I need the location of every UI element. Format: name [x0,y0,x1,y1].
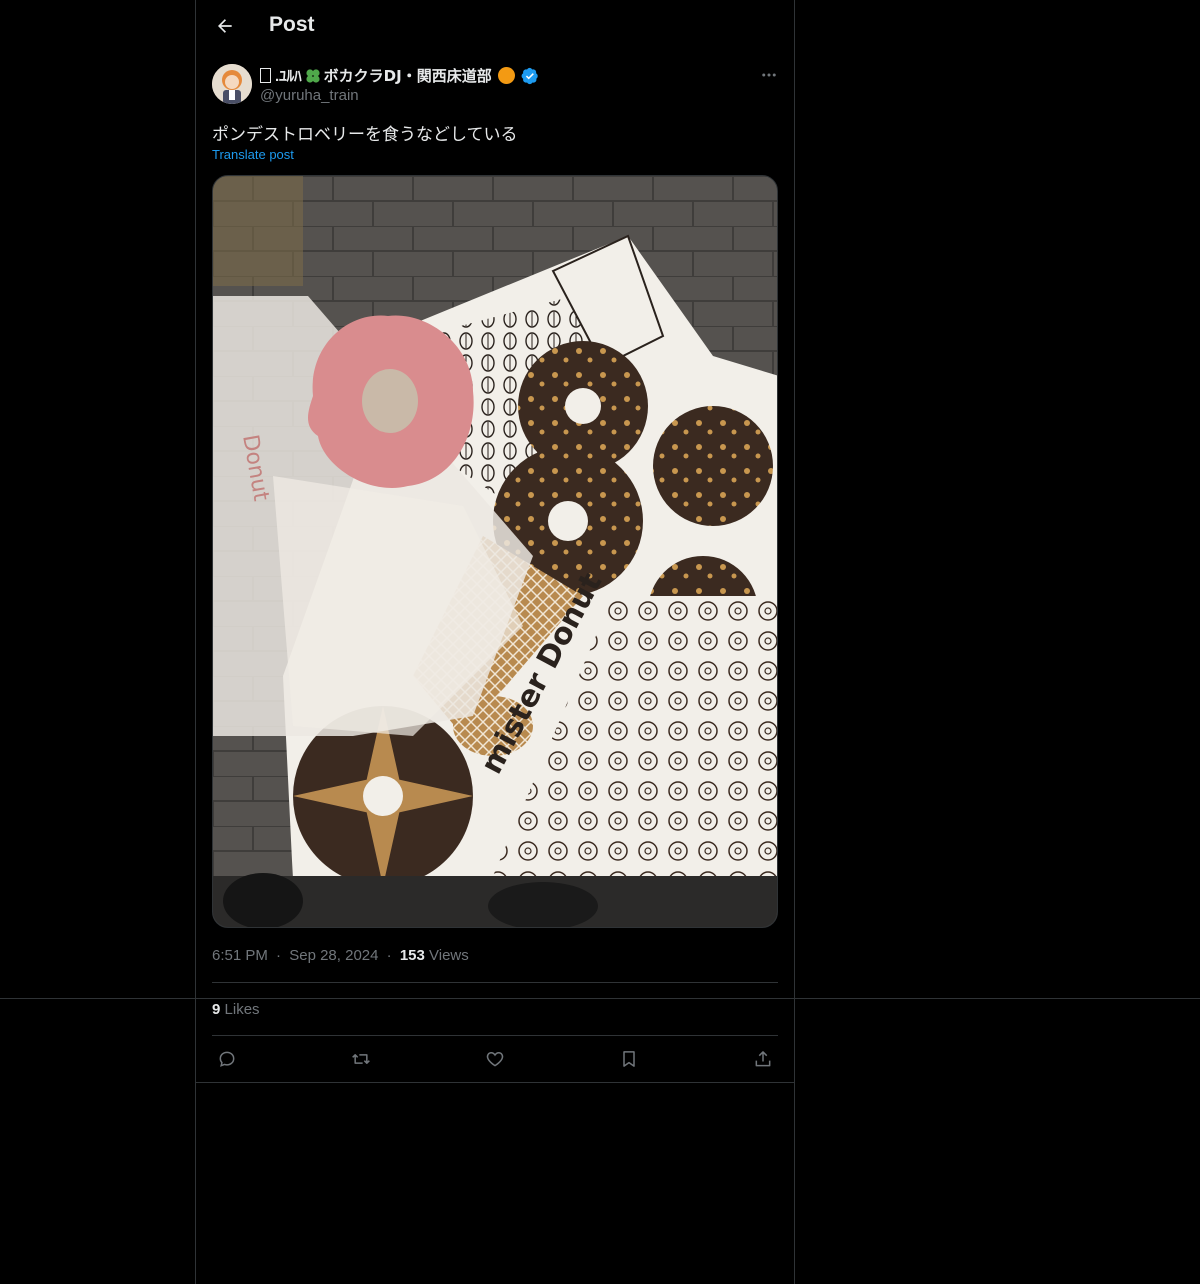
more-horizontal-icon [762,73,776,77]
reply-icon [219,1051,235,1067]
avatar[interactable] [212,64,252,104]
verified-badge-icon [521,67,538,84]
author-handle[interactable]: @yuruha_train [260,87,359,104]
post-image[interactable]: mister Donut Donut [212,175,778,928]
likes-label: Likes [224,1001,260,1018]
translate-post-link[interactable]: Translate post [212,147,294,162]
avatar-image [212,64,252,104]
donut-photo: mister Donut Donut [213,176,777,927]
action-bar [212,1044,778,1074]
top-bar: Post [196,0,794,53]
views-label: Views [429,947,469,964]
post-meta: 6:51 PM · Sep 28, 2024 · 153 Views [212,947,469,964]
likes-count: 9 [212,1001,221,1018]
divider [212,1035,778,1036]
share-button[interactable] [748,1044,778,1074]
page-title: Post [269,13,315,36]
orange-emoji-icon [497,67,515,84]
heart-icon [486,1051,504,1067]
missing-glyph-icon [260,68,271,83]
bookmark-icon [623,1051,635,1067]
share-icon [755,1051,771,1067]
likes-link[interactable]: 9 Likes [212,1001,260,1018]
repost-icon [352,1054,370,1064]
post-date[interactable]: Sep 28, 2024 [289,947,378,964]
author-name[interactable]: .ﾕﾙﾊ ボカクラDJ・関西床道部 [260,65,539,86]
bookmark-button[interactable] [614,1044,644,1074]
reply-button[interactable] [212,1044,242,1074]
clover-icon [306,68,320,83]
repost-button[interactable] [346,1044,376,1074]
more-button[interactable] [758,64,780,86]
divider [212,982,778,983]
post-time[interactable]: 6:51 PM [212,947,268,964]
back-button[interactable] [208,9,242,43]
full-width-divider [0,998,1200,999]
views-count: 153 [399,947,425,964]
arrow-left-icon [218,19,232,33]
author-name-main: ボカクラDJ・関西床道部 [323,67,492,85]
author-name-prefix: .ﾕﾙﾊ [275,68,302,85]
like-button[interactable] [480,1044,510,1074]
post-text: ポンデストロベリーを食うなどしている [212,125,518,145]
divider [196,1082,794,1083]
post-column: Post .ﾕﾙﾊ ボカクラDJ・関西床道部 @yuruha_train ポンデ… [195,0,795,1284]
